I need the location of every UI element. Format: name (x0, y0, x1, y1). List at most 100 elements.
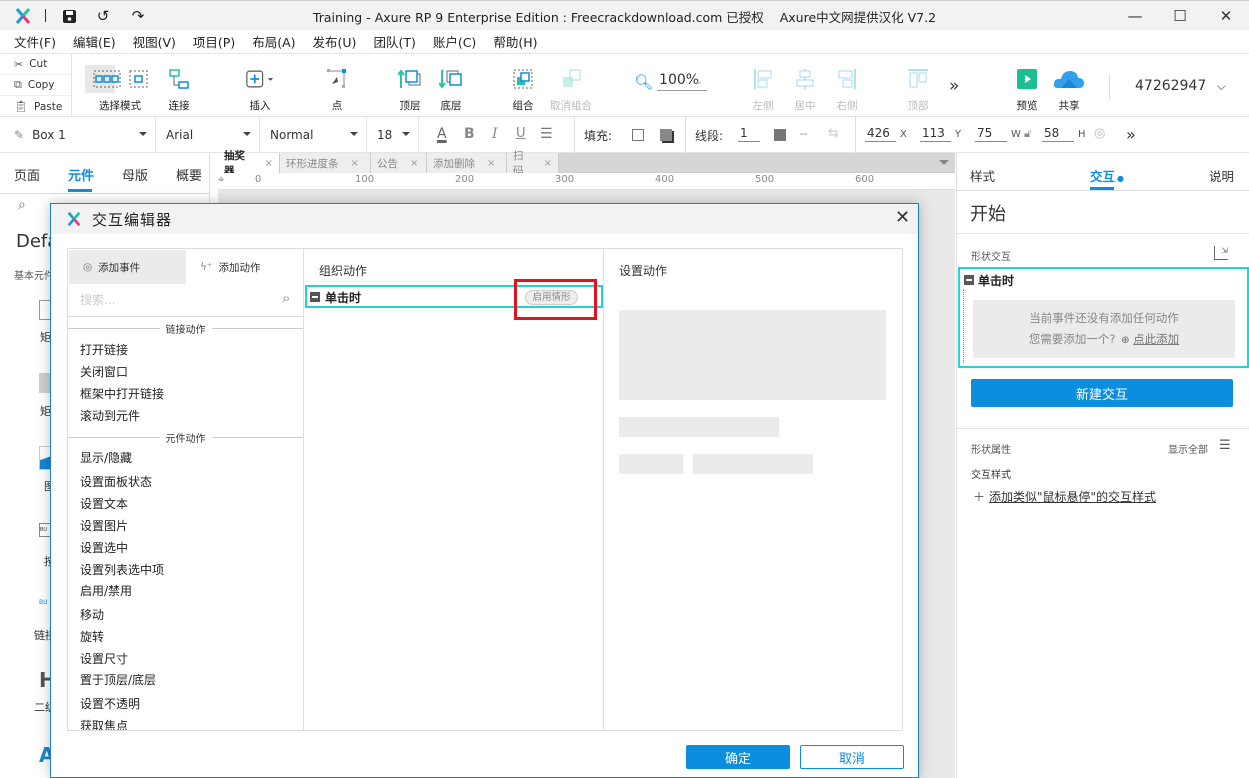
menu-edit[interactable]: 编辑(E) (73, 32, 116, 51)
show-all-button[interactable]: 显示全部 (1168, 441, 1208, 456)
stroke-color-swatch[interactable] (774, 129, 786, 141)
doc-tab[interactable]: 公告 × (371, 153, 427, 173)
menu-account[interactable]: 账户(C) (433, 32, 476, 51)
align-right-tool[interactable]: 右侧 (834, 54, 860, 117)
ungroup-tool[interactable]: 取消组合 (548, 54, 594, 117)
paste-button[interactable]: 📋︎ Paste (0, 96, 71, 117)
align-top-tool[interactable]: 顶部 (905, 54, 931, 117)
fill-color-swatch[interactable] (632, 129, 644, 141)
search-icon[interactable]: ⌕ (282, 289, 290, 307)
preview-button[interactable]: 预览 (1012, 54, 1042, 117)
tabs-overflow-icon[interactable] (939, 160, 949, 165)
action-item[interactable]: 打开链接 (80, 341, 128, 358)
menu-view[interactable]: 视图(V) (133, 32, 176, 51)
tab-libraries[interactable]: 元件 (68, 165, 94, 184)
close-tab-icon[interactable]: × (410, 158, 418, 169)
action-item[interactable]: 设置列表选中项 (80, 561, 164, 578)
tab-add-event[interactable]: ◎ 添加事件 (69, 250, 186, 284)
align-left-tool[interactable]: 左侧 (750, 54, 776, 117)
align-center-tool[interactable]: 居中 (792, 54, 818, 117)
zoom-control[interactable]: 🔍︎ 100% ⌄ (634, 72, 708, 91)
tab-masters[interactable]: 母版 (122, 165, 148, 184)
tab-add-action[interactable]: ϟ⁺ 添加动作 (186, 250, 303, 284)
action-item[interactable]: 旋转 (80, 628, 104, 645)
close-tab-icon[interactable]: × (351, 158, 359, 169)
menu-project[interactable]: 项目(P) (193, 32, 235, 51)
tab-style[interactable]: 样式 (970, 166, 995, 185)
font-weight-dropdown[interactable]: Normal (260, 117, 367, 153)
action-search-input[interactable]: 搜索... (80, 291, 115, 308)
font-size-dropdown[interactable]: 18 (367, 117, 419, 153)
ok-button[interactable]: 确定 (686, 745, 790, 769)
more-format-button[interactable]: » (1126, 125, 1136, 144)
tab-pages[interactable]: 页面 (14, 165, 40, 184)
collapse-icon[interactable] (310, 292, 320, 302)
search-icon[interactable]: ⌕ (18, 197, 26, 213)
lock-aspect-icon[interactable]: 🔓︎ (1024, 127, 1031, 141)
action-item[interactable]: 设置图片 (80, 517, 128, 534)
tab-interactions[interactable]: 交互 ● (1090, 166, 1124, 185)
action-item[interactable]: 移动 (80, 606, 104, 623)
arrow-style-icon[interactable]: ⇆ (828, 126, 839, 141)
dialog-close-button[interactable]: ✕ (895, 207, 910, 228)
underline-icon[interactable]: U (516, 126, 526, 141)
italic-icon[interactable]: I (492, 126, 498, 142)
send-to-back-tool[interactable]: 底层 (436, 54, 466, 117)
select-mode-tool[interactable]: 选择模式 (80, 54, 160, 117)
stroke-width-input[interactable]: 1 (738, 126, 760, 142)
new-interaction-button[interactable]: 新建交互 (971, 379, 1233, 407)
cancel-button[interactable]: 取消 (800, 745, 904, 769)
add-style-row[interactable]: ＋添加类似"鼠标悬停"的交互样式 (973, 488, 1156, 505)
menu-help[interactable]: 帮助(H) (493, 32, 537, 51)
font-color-icon[interactable]: A (437, 126, 447, 142)
action-item[interactable]: 框架中打开链接 (80, 385, 164, 402)
copy-button[interactable]: ⧉ Copy (0, 75, 71, 96)
close-tab-icon[interactable]: × (544, 158, 552, 169)
widget-link-button-icon[interactable]: BU (39, 599, 48, 606)
element-name-dropdown[interactable]: ✎ Box 1 (0, 117, 156, 153)
action-item[interactable]: 置于顶层/底层 (80, 671, 156, 688)
visibility-eye-icon[interactable]: ◎ (1094, 126, 1105, 141)
tab-outline[interactable]: 概要 (176, 165, 202, 184)
doc-tab[interactable]: 添加删除 × (427, 153, 507, 173)
action-item[interactable]: 显示/隐藏 (80, 449, 132, 466)
share-button[interactable]: 共享 (1052, 54, 1086, 117)
cut-button[interactable]: ✂ Cut (0, 54, 71, 75)
bring-to-front-tool[interactable]: 顶层 (395, 54, 425, 117)
action-item[interactable]: 设置尺寸 (80, 650, 128, 667)
menu-file[interactable]: 文件(F) (14, 32, 56, 51)
action-item[interactable]: 设置选中 (80, 539, 128, 556)
account-menu[interactable]: 47262947 ⌵ (1135, 78, 1226, 94)
add-hover-style-link[interactable]: 添加类似"鼠标悬停"的交互样式 (989, 490, 1156, 504)
bullet-list-icon[interactable]: ☰ (540, 126, 553, 142)
collapse-icon[interactable] (964, 275, 974, 285)
action-item[interactable]: 关闭窗口 (80, 363, 128, 380)
action-item[interactable]: 滚动到元件 (80, 407, 140, 424)
doc-tab[interactable]: 扫码 × (507, 150, 559, 177)
doc-tab[interactable]: 环形进度条 × (280, 153, 371, 173)
menu-arrange[interactable]: 布局(A) (252, 32, 295, 51)
doc-tab[interactable]: 抽奖器 × (218, 150, 280, 177)
y-input[interactable]: 113 (920, 126, 951, 142)
more-tools-button[interactable]: » (949, 76, 959, 96)
tab-notes[interactable]: 说明 (1209, 166, 1234, 185)
menu-lines-icon[interactable]: ☰ (1219, 438, 1231, 453)
action-item[interactable]: 设置文本 (80, 495, 128, 512)
shadow-swatch[interactable] (660, 129, 672, 141)
close-tab-icon[interactable]: × (265, 158, 273, 169)
action-item[interactable]: 设置不透明 (80, 695, 140, 712)
insert-tool[interactable]: 插入 (240, 54, 280, 117)
width-input[interactable]: 75 (975, 126, 1007, 142)
action-item[interactable]: 获取焦点 (80, 717, 128, 730)
action-item[interactable]: 启用/禁用 (80, 582, 132, 599)
height-input[interactable]: 58 (1042, 126, 1074, 142)
menu-publish[interactable]: 发布(U) (313, 32, 357, 51)
group-tool[interactable]: 组合 (508, 54, 538, 117)
x-input[interactable]: 426 (865, 126, 896, 142)
point-tool[interactable]: 点 (322, 54, 352, 117)
crosshair-icon[interactable]: ⌖ (218, 173, 224, 187)
maximize-button[interactable]: ☐ (1157, 1, 1203, 31)
stroke-pattern-icon[interactable]: ┄ (800, 127, 807, 141)
action-item[interactable]: 设置面板状态 (80, 473, 152, 490)
close-tab-icon[interactable]: × (487, 158, 495, 169)
